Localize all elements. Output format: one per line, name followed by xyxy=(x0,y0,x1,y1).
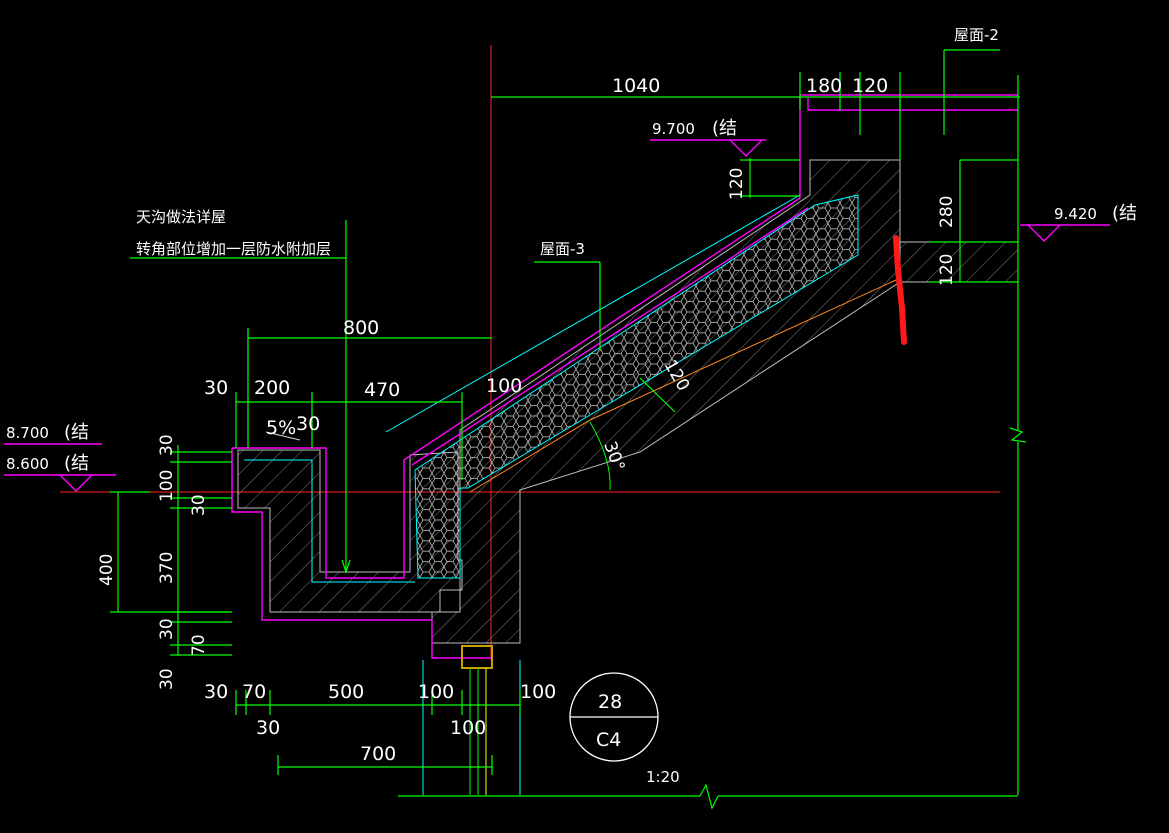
dim-30-c: 30 xyxy=(157,618,177,640)
dim-bot-30-low: 30 xyxy=(256,717,280,739)
elev-9420-suffix: (结 xyxy=(1112,203,1137,224)
dim-470: 470 xyxy=(364,379,400,401)
dim-120-upper: 120 xyxy=(727,168,747,200)
dim-30-gutter: 30 xyxy=(296,413,320,435)
dim-400: 400 xyxy=(97,554,117,586)
dim-280: 280 xyxy=(937,196,957,228)
axis-lines xyxy=(60,45,1000,660)
cad-detail-drawing: 1040 180 120 120 280 120 800 30 200 470 … xyxy=(4,26,1137,810)
dim-1040: 1040 xyxy=(612,75,660,97)
label-roof-2: 屋面-2 xyxy=(954,26,999,44)
dim-180: 180 xyxy=(806,75,842,97)
dim-5pct: 5% xyxy=(266,417,296,439)
dim-120-right: 120 xyxy=(937,254,957,286)
dim-bot-100-b: 100 xyxy=(520,681,556,703)
detail-sheet: C4 xyxy=(596,729,621,751)
elev-8700: 8.700 xyxy=(6,424,49,442)
elev-8600-suffix: (结 xyxy=(64,453,89,474)
dim-bot-500: 500 xyxy=(328,681,364,703)
dim-bot-30: 30 xyxy=(204,681,228,703)
dim-70: 70 xyxy=(189,634,209,656)
dim-30-d: 30 xyxy=(157,668,177,690)
label-roof-3: 屋面-3 xyxy=(540,240,585,258)
note-line-1: 天沟做法详屋 xyxy=(136,208,226,226)
dim-bot-70: 70 xyxy=(242,681,266,703)
dim-370: 370 xyxy=(157,552,177,584)
elev-9700: 9.700 xyxy=(652,120,695,138)
dim-30-a: 30 xyxy=(157,434,177,456)
dim-30-left: 30 xyxy=(204,377,228,399)
dim-800: 800 xyxy=(343,317,379,339)
elev-8700-suffix: (结 xyxy=(64,422,89,443)
scale-label: 1:20 xyxy=(646,768,680,786)
detail-number: 28 xyxy=(598,691,622,713)
dim-200: 200 xyxy=(254,377,290,399)
elev-9420: 9.420 xyxy=(1054,205,1097,223)
elev-9700-suffix: (结 xyxy=(712,118,737,139)
dim-120-top: 120 xyxy=(852,75,888,97)
dim-bot-100-low: 100 xyxy=(450,717,486,739)
dim-30-b: 30 xyxy=(189,494,209,516)
elev-8600: 8.600 xyxy=(6,455,49,473)
dim-100-v: 100 xyxy=(157,470,177,502)
dim-100-mid: 100 xyxy=(486,375,522,397)
dim-bot-700: 700 xyxy=(360,743,396,765)
note-line-2: 转角部位增加一层防水附加层 xyxy=(136,240,331,258)
dim-bot-100-a: 100 xyxy=(418,681,454,703)
